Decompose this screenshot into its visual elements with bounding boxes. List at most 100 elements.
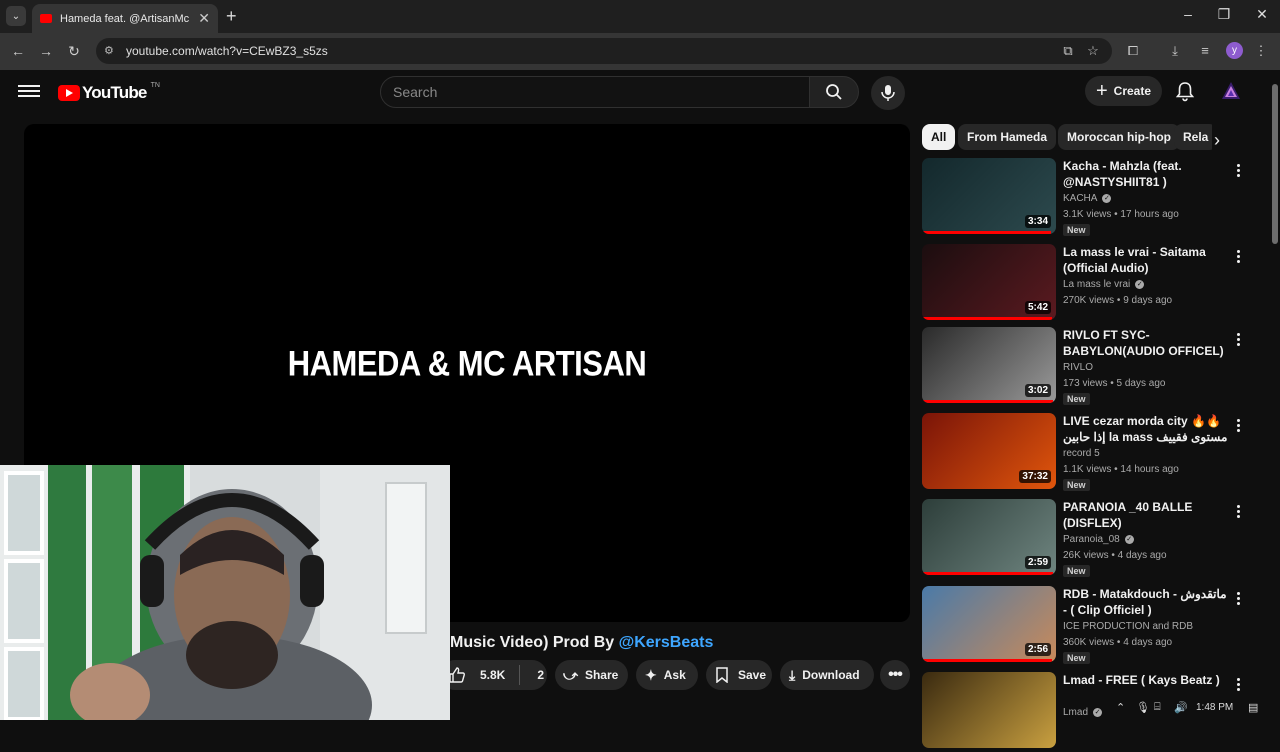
url-text[interactable]: youtube.com/watch?v=CEwBZ3_s5zs — [126, 44, 328, 58]
more-vertical-icon[interactable] — [1232, 590, 1244, 608]
recommendation-title[interactable]: RDB - Matakdouch - ماتقدوش - ( Clip Offi… — [1063, 586, 1228, 618]
channel-name[interactable]: Paranoia_08 — [1063, 534, 1120, 545]
new-badge: New — [1063, 224, 1090, 236]
recommendation-channel[interactable]: KACHA ✓ — [1063, 193, 1112, 204]
close-tab-icon[interactable]: ✕ — [198, 10, 210, 27]
recommendation-thumbnail[interactable]: 3:34 — [922, 158, 1056, 234]
more-vertical-icon[interactable] — [1232, 248, 1244, 266]
recommendation-item[interactable]: 2:59 PARANOIA _40 BALLE (DISFLEX) Paranoia… — [922, 499, 1262, 579]
channel-name[interactable]: RIVLO — [1063, 362, 1093, 373]
youtube-play-icon — [58, 85, 80, 101]
restore-icon[interactable]: ❐ — [1214, 6, 1234, 23]
recommendation-thumbnail[interactable]: 2:56 — [922, 586, 1056, 662]
recommendation-title[interactable]: RIVLO FT SYC-BABYLON(AUDIO OFFICEL) — [1063, 327, 1228, 359]
download-button[interactable]: ⤓ Download — [780, 660, 874, 690]
search-button[interactable] — [809, 76, 859, 108]
scrollbar-thumb[interactable] — [1272, 84, 1278, 244]
bookmark-icon — [716, 667, 728, 683]
close-window-icon[interactable]: ✕ — [1252, 6, 1272, 23]
video-title-mention-link[interactable]: @KersBeats — [619, 634, 714, 651]
download-label: Download — [802, 668, 860, 682]
recommendation-item[interactable]: 37:32 LIVE cezar morda city 🔥🔥 إذا حابين … — [922, 413, 1262, 493]
network-icon[interactable]: ⌸ — [1154, 701, 1161, 714]
recommendation-item[interactable]: 5:42 La mass le vrai - Saitama (Official … — [922, 244, 1262, 324]
active-browser-tab[interactable]: Hameda feat. @ArtisanMc - We ✕ — [32, 4, 218, 33]
recommendation-thumbnail[interactable]: 2:59 — [922, 499, 1056, 575]
share-button[interactable]: ⤻ Share — [555, 660, 628, 690]
address-bar[interactable]: ⚙ youtube.com/watch?v=CEwBZ3_s5zs ⧉ ☆ — [96, 38, 1112, 64]
recommendation-title[interactable]: Lmad - FREE ( Kays Beatz ) — [1063, 672, 1228, 688]
bell-icon — [1175, 82, 1195, 102]
more-vertical-icon[interactable] — [1232, 417, 1244, 435]
recommendation-channel[interactable]: record 5 — [1063, 448, 1100, 459]
create-label: Create — [1113, 84, 1152, 98]
more-actions-button[interactable]: ••• — [880, 660, 910, 690]
recommendation-title[interactable]: Kacha - Mahzla (feat. @NASTYSHIIT81 ) — [1063, 158, 1228, 190]
recommendation-channel[interactable]: RIVLO — [1063, 362, 1093, 373]
clock-time[interactable]: 1:48 PM — [1196, 702, 1233, 713]
media-controls-icon[interactable]: ≡ — [1196, 42, 1214, 60]
account-avatar[interactable] — [1220, 80, 1242, 102]
chip-moroccan-hip-hop[interactable]: Moroccan hip-hop — [1058, 124, 1180, 150]
recommendation-item[interactable]: 2:56 RDB - Matakdouch - ماتقدوش - ( Clip … — [922, 586, 1262, 666]
recommendation-thumbnail[interactable]: 5:42 — [922, 244, 1056, 320]
browser-menu-icon[interactable]: ⋮ — [1252, 42, 1270, 60]
channel-name[interactable]: KACHA — [1063, 193, 1097, 204]
voice-search-button[interactable] — [871, 76, 905, 110]
more-vertical-icon[interactable] — [1232, 331, 1244, 349]
extensions-icon[interactable]: ⧠ — [1124, 42, 1142, 60]
chevron-right-icon[interactable]: › — [1214, 130, 1234, 150]
tab-search-button[interactable]: ⌄ — [6, 6, 26, 26]
channel-name[interactable]: ICE PRODUCTION and RDB — [1063, 621, 1193, 632]
recommendation-thumbnail[interactable]: 3:02 — [922, 327, 1056, 403]
notifications-button[interactable] — [1174, 80, 1196, 102]
chip-all[interactable]: All — [922, 124, 956, 150]
channel-name[interactable]: La mass le vrai — [1063, 279, 1130, 290]
recommendation-thumbnail[interactable]: 37:32 — [922, 413, 1056, 489]
save-button[interactable]: Save — [706, 660, 772, 690]
recommendation-title[interactable]: LIVE cezar morda city 🔥🔥 إذا حابين la ma… — [1063, 413, 1228, 445]
duration-badge: 2:59 — [1024, 556, 1051, 569]
youtube-logo[interactable]: YouTube TN — [58, 82, 160, 103]
site-info-icon[interactable]: ⚙ — [104, 44, 118, 58]
new-badge: New — [1063, 479, 1090, 491]
cast-icon[interactable]: ⧉ — [1060, 43, 1076, 59]
chip-from-hameda[interactable]: From Hameda — [958, 124, 1057, 150]
ask-button[interactable]: ✦ Ask — [636, 660, 698, 690]
comment-count[interactable]: 2 — [537, 668, 544, 682]
recommendation-channel[interactable]: Lmad ✓ — [1063, 707, 1103, 718]
recommendation-title[interactable]: PARANOIA _40 BALLE (DISFLEX) — [1063, 499, 1228, 531]
mic-tray-icon[interactable]: 🎙 — [1136, 701, 1150, 714]
recommendation-channel[interactable]: Paranoia_08 ✓ — [1063, 534, 1134, 545]
channel-name[interactable]: record 5 — [1063, 448, 1100, 459]
more-vertical-icon[interactable] — [1232, 503, 1244, 521]
recommendation-title[interactable]: La mass le vrai - Saitama (Official Audi… — [1063, 244, 1228, 276]
new-tab-button[interactable]: + — [226, 6, 237, 27]
create-button[interactable]: + Create — [1085, 76, 1162, 106]
volume-icon[interactable]: 🔊 — [1174, 701, 1188, 714]
downloads-icon[interactable]: ⤓ — [1166, 42, 1184, 60]
recommendation-item[interactable]: 3:34 Kacha - Mahzla (feat. @NASTYSHIIT81 … — [922, 158, 1262, 238]
back-icon[interactable]: ← — [8, 41, 28, 61]
recommendation-item[interactable]: 3:02 RIVLO FT SYC-BABYLON(AUDIO OFFICEL) R… — [922, 327, 1262, 407]
more-vertical-icon[interactable] — [1232, 162, 1244, 180]
bookmark-star-icon[interactable]: ☆ — [1085, 43, 1101, 59]
search-input[interactable] — [381, 77, 809, 107]
recommendation-meta: 1.1K views • 14 hours ago — [1063, 464, 1179, 475]
recommendation-channel[interactable]: ICE PRODUCTION and RDB — [1063, 621, 1193, 632]
more-vertical-icon[interactable] — [1232, 676, 1244, 694]
guide-menu-icon[interactable] — [18, 82, 40, 100]
forward-icon[interactable]: → — [36, 41, 56, 61]
tab-title: Hameda feat. @ArtisanMc - We — [60, 12, 192, 25]
profile-avatar[interactable]: Y — [1226, 42, 1243, 59]
tray-chevron-up-icon[interactable]: ⌃ — [1116, 701, 1125, 714]
channel-name[interactable]: Lmad — [1063, 707, 1088, 718]
notification-center-icon[interactable]: ▤ — [1248, 701, 1258, 714]
reload-icon[interactable]: ↻ — [64, 41, 84, 61]
chip-related[interactable]: Rela — [1174, 124, 1212, 150]
duration-badge: 37:32 — [1019, 470, 1051, 483]
minimize-icon[interactable]: – — [1178, 6, 1198, 22]
recommendation-thumbnail[interactable] — [922, 672, 1056, 748]
page-scrollbar[interactable] — [1270, 70, 1280, 720]
recommendation-channel[interactable]: La mass le vrai ✓ — [1063, 279, 1145, 290]
